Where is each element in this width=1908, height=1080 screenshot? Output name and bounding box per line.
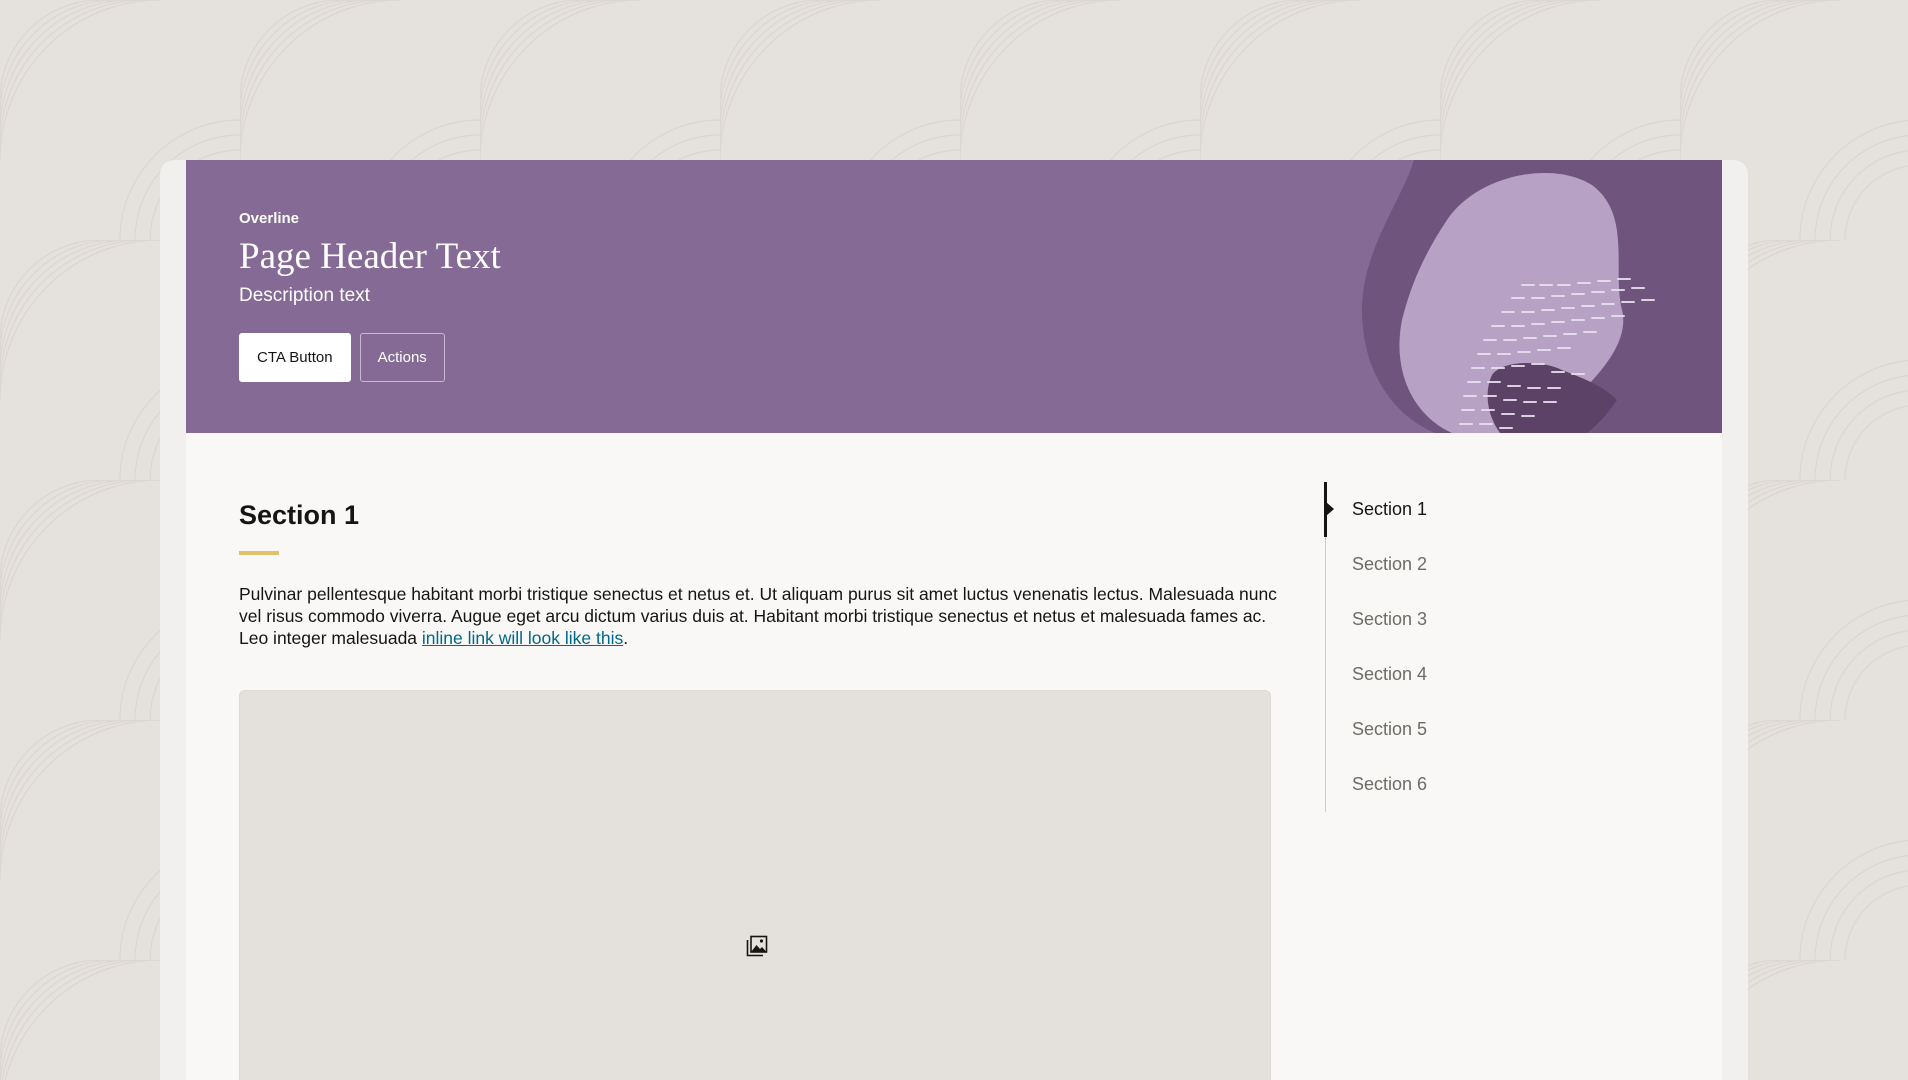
body-text-content: Pulvinar pellentesque habitant morbi tri… — [239, 584, 1277, 648]
cta-button[interactable]: CTA Button — [239, 333, 351, 382]
page-title: Page Header Text — [239, 236, 501, 277]
toc-item-label: Section 3 — [1352, 609, 1428, 629]
toc-active-arrow-icon — [1326, 502, 1334, 516]
page-header: Overline Page Header Text Description te… — [186, 160, 1722, 433]
image-icon — [746, 935, 768, 957]
section-body-text: Pulvinar pellentesque habitant morbi tri… — [239, 583, 1279, 649]
header-overline: Overline — [239, 210, 300, 227]
toc-item-section-4[interactable]: Section 4 — [1326, 647, 1566, 702]
toc-item-label: Section 1 — [1352, 499, 1428, 519]
toc-item-label: Section 4 — [1352, 664, 1428, 684]
header-content: Overline Page Header Text Description te… — [239, 210, 501, 382]
inline-link[interactable]: inline link will look like this — [422, 628, 623, 648]
toc-item-section-5[interactable]: Section 5 — [1326, 702, 1566, 757]
table-of-contents: Section 1 Section 2 Section 3 Section 4 … — [1324, 482, 1566, 812]
toc-item-section-6[interactable]: Section 6 — [1326, 757, 1566, 812]
toc-item-label: Section 6 — [1352, 774, 1428, 794]
header-buttons: CTA Button Actions — [239, 333, 501, 382]
toc-item-label: Section 5 — [1352, 719, 1428, 739]
section-title: Section 1 — [239, 500, 360, 530]
page-container: Overline Page Header Text Description te… — [186, 160, 1722, 1080]
toc-item-section-1[interactable]: Section 1 — [1324, 482, 1566, 537]
body-text-end: . — [623, 628, 629, 648]
image-placeholder — [239, 690, 1271, 1080]
header-description: Description text — [239, 285, 370, 306]
header-decorative-illustration — [1362, 160, 1722, 433]
toc-item-label: Section 2 — [1352, 554, 1428, 574]
toc-item-section-3[interactable]: Section 3 — [1326, 592, 1566, 647]
section-title-underline — [239, 551, 279, 555]
actions-button[interactable]: Actions — [359, 333, 445, 382]
toc-item-section-2[interactable]: Section 2 — [1326, 537, 1566, 592]
